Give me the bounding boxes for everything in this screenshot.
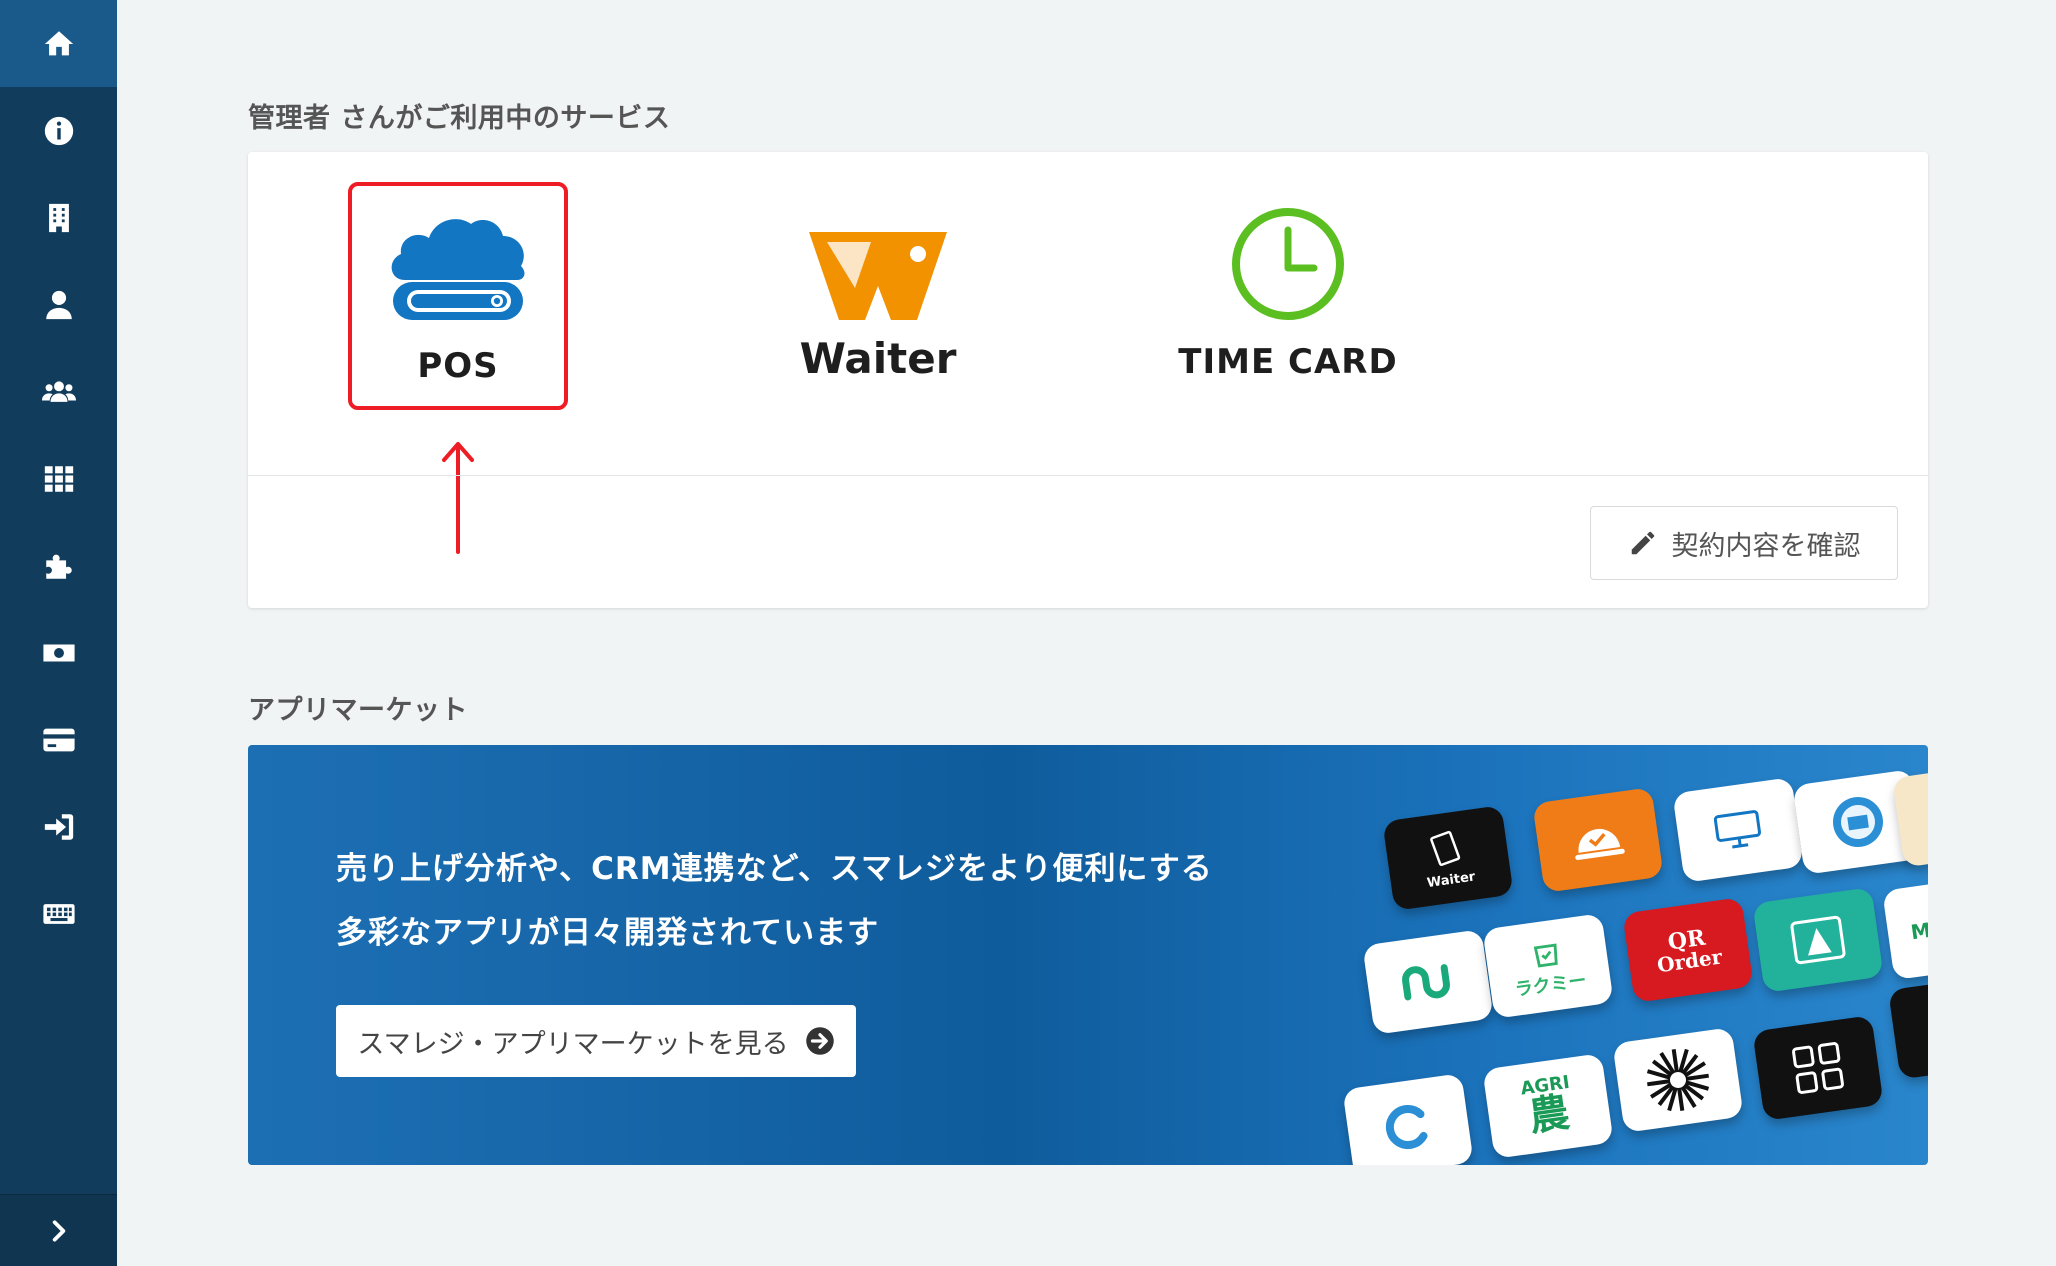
grid-icon	[44, 465, 73, 492]
services-card: POS Waiter TIME CARD 契約内容を確認	[248, 152, 1928, 608]
up-arrow-annotation-icon	[442, 442, 474, 554]
cloud-pos-icon	[383, 186, 533, 328]
burst-icon	[1646, 1048, 1710, 1112]
sidebar-expand-button[interactable]	[0, 1194, 117, 1266]
card-divider	[248, 475, 1928, 476]
app-tile-s-logo	[1362, 929, 1494, 1035]
app-tiles-collage: Waiter ラクミー QR Order Mr. AGRI 農	[1298, 745, 1928, 1165]
service-waiter-label: Waiter	[799, 334, 957, 383]
app-tile-cloche	[1532, 787, 1664, 893]
monitor-icon	[1713, 810, 1762, 849]
app-tile-triangle	[1752, 887, 1884, 993]
app-tile-qr-order: QR Order	[1622, 897, 1754, 1003]
puzzle-icon	[45, 554, 72, 579]
service-timecard-label: TIME CARD	[1178, 342, 1398, 382]
view-app-market-button[interactable]: スマレジ・アプリマーケットを見る	[336, 1005, 856, 1077]
sign-in-icon	[44, 813, 73, 840]
view-app-market-label: スマレジ・アプリマーケットを見る	[357, 1028, 789, 1060]
sidebar	[0, 0, 117, 1266]
sidebar-item-staff[interactable]	[0, 348, 117, 435]
waiter-logo-icon	[803, 182, 953, 324]
sidebar-item-info[interactable]	[0, 87, 117, 174]
app-tile-burst	[1612, 1027, 1744, 1133]
home-icon	[44, 30, 73, 55]
banner-text-line1: 売り上げ分析や、CRM連携など、スマレジをより便利にする	[336, 851, 1213, 887]
shopping-bag-icon	[1533, 943, 1558, 968]
services-heading: 管理者 さんがご利用中のサービス	[248, 103, 671, 134]
arrow-circle-right-icon	[805, 1027, 834, 1055]
credit-card-icon	[42, 728, 75, 751]
sidebar-item-user[interactable]	[0, 261, 117, 348]
sidebar-item-keyboard[interactable]	[0, 870, 117, 957]
chevron-right-icon	[52, 1219, 65, 1242]
app-tile-agri: AGRI 農	[1482, 1053, 1614, 1159]
s-wave-icon	[1402, 964, 1450, 1001]
market-heading: アプリマーケット	[248, 695, 468, 726]
sidebar-item-money[interactable]	[0, 609, 117, 696]
app-tile-nou-label: 農	[1526, 1089, 1573, 1141]
users-icon	[41, 380, 76, 402]
keyboard-icon	[42, 903, 75, 924]
shop-badge-icon	[1833, 797, 1883, 847]
service-timecard[interactable]: TIME CARD	[1178, 182, 1398, 410]
app-tile-order-label: Order	[1655, 944, 1724, 978]
app-tile-partial-right	[1888, 980, 1928, 1080]
money-icon	[42, 644, 75, 661]
sidebar-item-home[interactable]	[0, 0, 117, 87]
app-tile-waiter: Waiter	[1382, 805, 1514, 911]
sidebar-item-store[interactable]	[0, 174, 117, 261]
app-market-banner: 売り上げ分析や、CRM連携など、スマレジをより便利にする 多彩なアプリが日々開発…	[248, 745, 1928, 1165]
c-swirl-icon	[1385, 1105, 1428, 1149]
cloche-icon	[1575, 828, 1625, 860]
service-waiter[interactable]: Waiter	[768, 182, 988, 410]
app-tile-rakumi-label: ラクミー	[1513, 969, 1588, 1001]
sidebar-item-login[interactable]	[0, 783, 117, 870]
service-pos-label: POS	[417, 346, 499, 386]
pencil-icon	[1631, 531, 1654, 555]
app-tile-rakumi: ラクミー	[1482, 913, 1614, 1019]
sidebar-item-plugins[interactable]	[0, 522, 117, 609]
app-tile-mr: Mr.	[1882, 879, 1928, 981]
app-tile-mr-label: Mr.	[1909, 915, 1928, 945]
clock-icon	[1228, 182, 1348, 324]
view-contract-label: 契約内容を確認	[1671, 530, 1861, 562]
service-pos[interactable]: POS	[348, 182, 568, 410]
user-icon	[45, 290, 72, 319]
building-icon	[48, 203, 69, 232]
app-tile-display	[1672, 777, 1804, 883]
app-tile-waiter-label: Waiter	[1425, 868, 1477, 891]
info-icon	[44, 116, 73, 145]
view-contract-button[interactable]: 契約内容を確認	[1590, 506, 1898, 580]
app-tile-dashboard	[1752, 1015, 1884, 1121]
app-tile-c-logo	[1342, 1073, 1474, 1165]
triangle-frame-icon	[1790, 915, 1846, 965]
sidebar-item-apps[interactable]	[0, 435, 117, 522]
tablet-icon	[1430, 830, 1461, 866]
dashboard-grid-icon	[1792, 1042, 1844, 1094]
banner-text-line2: 多彩なアプリが日々開発されています	[336, 915, 880, 951]
sidebar-item-payment[interactable]	[0, 696, 117, 783]
